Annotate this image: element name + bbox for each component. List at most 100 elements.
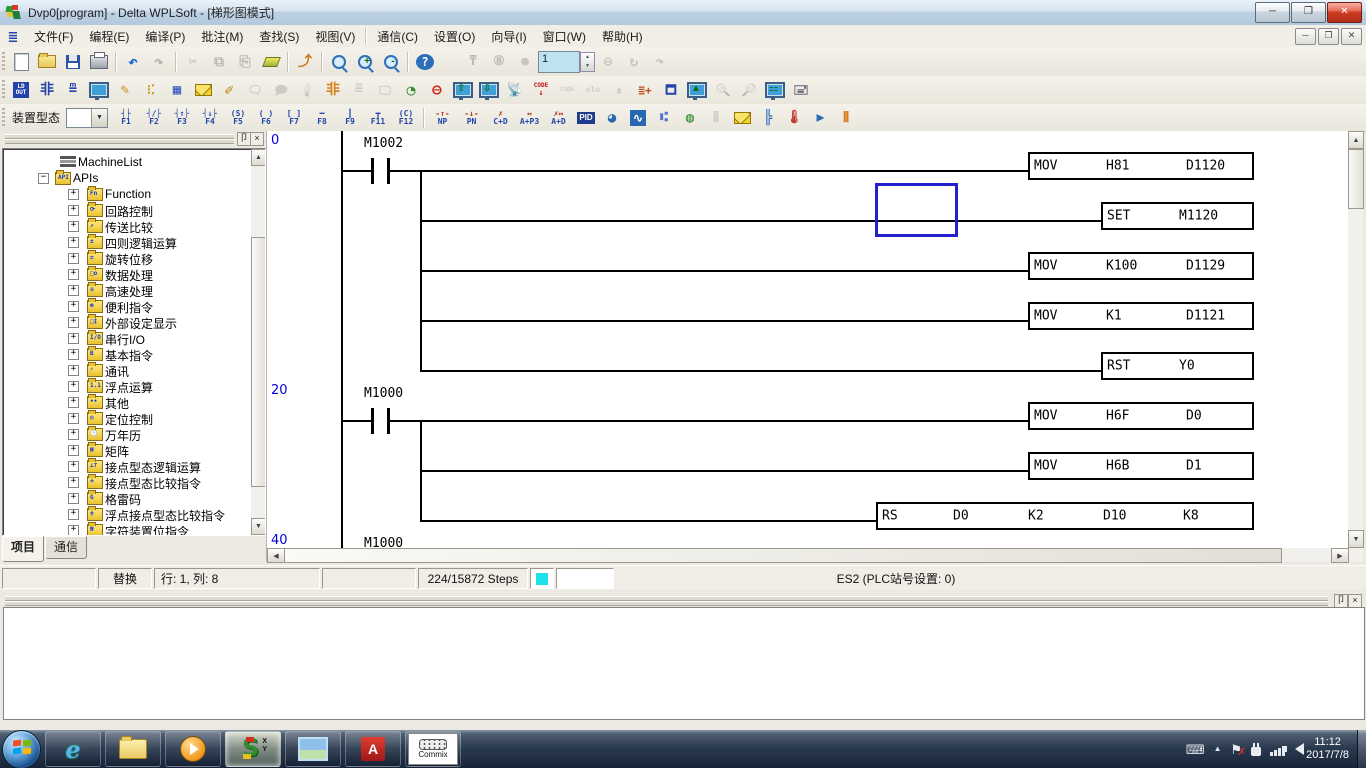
instruction-box-MOV-H81-D1120[interactable]: MOVH81D1120 — [1028, 152, 1254, 180]
minimize-button[interactable]: ─ — [1255, 2, 1290, 23]
windows-explorer-button[interactable] — [105, 731, 161, 767]
tree-item-label[interactable]: 高速处理 — [105, 283, 153, 300]
tree-item-label[interactable]: APIs — [73, 171, 98, 185]
clear-cd-button[interactable]: ✗C+D — [486, 105, 515, 131]
open-file-icon[interactable] — [34, 49, 60, 75]
menu-窗口(W)[interactable]: 窗口(W) — [535, 25, 594, 48]
instruction-box-MOV-H6F-D0[interactable]: MOVH6FD0 — [1028, 402, 1254, 430]
download-program-icon[interactable]: ⇩ — [476, 77, 502, 103]
edit-comment-icon[interactable]: ✎ — [112, 77, 138, 103]
expand-icon[interactable]: + — [68, 349, 79, 360]
delete-vertical-button[interactable]: ┳F11 — [364, 105, 392, 131]
tree-item-label[interactable]: 浮点接点型态比较指令 — [105, 507, 225, 524]
device-type-combo[interactable]: ▼ — [66, 108, 108, 128]
address-p3-button[interactable]: ↔A+P3 — [515, 105, 544, 131]
ladder-horizontal-scrollbar[interactable]: ◀ ▶ — [267, 548, 1363, 562]
instruction-box-RS-D0-K2-D10-K8[interactable]: RSD0K2D10K8 — [876, 502, 1254, 530]
compile-code-icon[interactable]: CODE↓ — [528, 77, 554, 103]
message-output-area[interactable] — [3, 607, 1365, 720]
contact-label[interactable]: M1000 — [364, 536, 403, 548]
coil-set-button[interactable]: (S)F5 — [224, 105, 252, 131]
tree-item-label[interactable]: 接点型态逻辑运算 — [105, 459, 201, 476]
expand-icon[interactable]: + — [68, 397, 79, 408]
expand-icon[interactable]: + — [68, 189, 79, 200]
stamp-tool-icon[interactable]: 🖃 — [788, 77, 814, 103]
tree-item-label[interactable]: 其他 — [105, 395, 129, 412]
mdi-restore-button[interactable]: ❐ — [1318, 28, 1339, 45]
toolbar-grip[interactable] — [2, 108, 5, 128]
contact-nc-button[interactable]: ┤/├F2 — [140, 105, 168, 131]
scroll-right-icon[interactable]: ▶ — [1331, 548, 1349, 563]
tree-item-label[interactable]: Function — [105, 187, 151, 201]
pn-pulse-button[interactable]: -↓-PN — [457, 105, 486, 131]
tree-item-label[interactable]: 串行I/O — [105, 331, 145, 348]
contact-falling-button[interactable]: ┤↓├F4 — [196, 105, 224, 131]
ladder-edit-icon[interactable]: 非 — [320, 77, 346, 103]
save-file-icon[interactable] — [60, 49, 86, 75]
tree-item-label[interactable]: 定位控制 — [105, 411, 153, 428]
start-button[interactable] — [2, 730, 41, 768]
undo-icon[interactable]: ↶ — [120, 49, 146, 75]
output-coil-button[interactable]: ( )F6 — [252, 105, 280, 131]
power-plug-icon[interactable] — [1251, 743, 1261, 756]
menu-查找(S)[interactable]: 查找(S) — [251, 25, 307, 48]
expand-icon[interactable]: + — [68, 333, 79, 344]
mail-icon[interactable] — [729, 105, 755, 131]
contact-rising-button[interactable]: ┤↑├F3 — [168, 105, 196, 131]
restore-button[interactable]: ❐ — [1291, 2, 1326, 23]
expand-icon[interactable]: + — [68, 525, 79, 536]
counter-button[interactable]: (C)F12 — [392, 105, 420, 131]
menu-通信(C)[interactable]: 通信(C) — [369, 25, 426, 48]
ladder-cursor-cell[interactable] — [875, 183, 958, 237]
tab-项目[interactable]: 项目 — [2, 536, 44, 562]
volume-icon[interactable] — [1295, 743, 1304, 755]
scroll-up-icon[interactable]: ▲ — [1348, 131, 1364, 149]
sfc-mode-icon[interactable]: ⁝⁚ — [138, 77, 164, 103]
instruction-box-RST-Y0[interactable]: RSTY0 — [1101, 352, 1254, 380]
ladder-canvas[interactable]: 0M1002MOVH81D1120SETM1120MOVK100D1129MOV… — [267, 131, 1348, 548]
tree-item-label[interactable]: 传送比较 — [105, 219, 153, 236]
scroll-down-icon[interactable]: ▼ — [1348, 530, 1364, 548]
title-bar[interactable]: Dvp0[program] - Delta WPLSoft - [梯形图模式] … — [0, 0, 1366, 26]
s-curve-icon[interactable]: ⑆ — [651, 105, 677, 131]
expand-icon[interactable]: + — [68, 269, 79, 280]
instruction-box-SET-M1120[interactable]: SETM1120 — [1101, 202, 1254, 230]
tree-item-label[interactable]: MachineList — [78, 155, 142, 169]
tree-item-label[interactable]: 外部设定显示 — [105, 315, 177, 332]
adobe-reader-button[interactable]: A — [345, 731, 401, 767]
expand-icon[interactable]: + — [68, 429, 79, 440]
erase-icon[interactable] — [258, 49, 284, 75]
new-file-icon[interactable] — [8, 49, 34, 75]
expand-icon[interactable]: + — [68, 205, 79, 216]
zoom-out-icon[interactable]: - — [378, 49, 404, 75]
expand-icon[interactable]: + — [68, 301, 79, 312]
tree-scroll-thumb[interactable] — [251, 237, 266, 487]
row-edit-icon[interactable]: ≣+ — [632, 77, 658, 103]
address-d-button[interactable]: ✗↔A+D — [544, 105, 573, 131]
scroll-down-icon[interactable]: ▼ — [251, 518, 266, 535]
action-center-flag-icon[interactable]: ⚑✗ — [1231, 743, 1243, 756]
mdi-close-button[interactable]: ✕ — [1341, 28, 1362, 45]
wave-wizard-icon[interactable]: ∿ — [625, 105, 651, 131]
jump-to-icon[interactable]: ⤴ — [292, 49, 318, 75]
expand-icon[interactable]: + — [68, 285, 79, 296]
output-pin-icon[interactable]: 卩 — [1334, 594, 1348, 608]
tree-item-label[interactable]: 便利指令 — [105, 299, 153, 316]
hidden-icons-arrow[interactable]: ▲ — [1214, 745, 1222, 753]
help-icon[interactable]: ? — [412, 49, 438, 75]
wplsoft-button[interactable]: SXY — [225, 731, 281, 767]
menu-文件(F)[interactable]: 文件(F) — [26, 25, 81, 48]
pid-wizard-icon[interactable]: PID — [573, 105, 599, 131]
menu-编程(E)[interactable]: 编程(E) — [81, 25, 137, 48]
sidebar-close-icon[interactable]: × — [250, 132, 264, 146]
expand-icon[interactable]: + — [68, 445, 79, 456]
toolbar-grip[interactable] — [2, 80, 5, 100]
tree-item-label[interactable]: 字符装置位指令 — [105, 523, 189, 536]
tree-item-label[interactable]: 数据处理 — [105, 267, 153, 284]
close-button[interactable]: ✕ — [1327, 2, 1362, 23]
output-close-icon[interactable]: × — [1348, 594, 1362, 608]
menu-帮助(H)[interactable]: 帮助(H) — [594, 25, 651, 48]
simulator-icon[interactable]: ◔ — [398, 77, 424, 103]
horizontal-line-button[interactable]: ━F8 — [308, 105, 336, 131]
expand-icon[interactable]: + — [68, 237, 79, 248]
